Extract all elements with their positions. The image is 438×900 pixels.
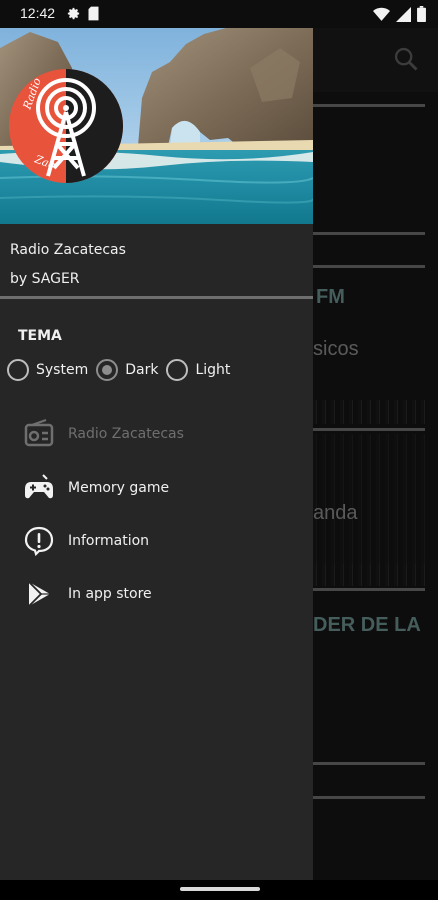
nav-item-radio-zacatecas[interactable]: Radio Zacatecas	[0, 411, 313, 457]
theme-radio-group: System Dark Light	[7, 359, 238, 381]
drawer-header-image: Radio Zac	[0, 28, 313, 224]
status-bar: 12:42	[0, 0, 438, 28]
radio-button-unchecked[interactable]	[166, 359, 189, 381]
wifi-icon	[373, 7, 390, 26]
nav-item-memory-game[interactable]: Memory game	[0, 465, 313, 511]
drawer-subtitle: by SAGER	[10, 271, 80, 287]
sd-card-icon	[87, 6, 100, 25]
info-icon	[24, 526, 54, 556]
nav-item-label: In app store	[68, 586, 152, 602]
navigation-drawer: Radio Zac Radio Zacatecas by SAGER TEMA …	[0, 28, 313, 888]
radio-zacatecas-logo: Radio Zac	[8, 68, 124, 184]
status-time: 12:42	[20, 5, 56, 21]
nav-item-information[interactable]: Information	[0, 518, 313, 564]
nav-item-label: Radio Zacatecas	[68, 426, 184, 442]
nav-item-label: Memory game	[68, 480, 170, 496]
theme-option-label: Dark	[125, 362, 159, 378]
radio-icon	[24, 419, 54, 449]
theme-option-light[interactable]: Light	[166, 359, 230, 381]
radio-button-unchecked[interactable]	[7, 359, 29, 381]
settings-icon	[66, 6, 81, 25]
nav-item-in-app-store[interactable]: In app store	[0, 571, 313, 617]
theme-option-dark[interactable]: Dark	[96, 359, 158, 381]
radio-button-checked[interactable]	[96, 359, 119, 381]
system-navigation-bar	[0, 880, 438, 900]
theme-option-label: System	[36, 362, 89, 378]
signal-icon	[396, 6, 411, 26]
drawer-title: Radio Zacatecas	[10, 242, 126, 258]
theme-option-label: Light	[195, 362, 231, 378]
home-gesture-handle[interactable]	[180, 887, 260, 891]
theme-option-system[interactable]: System	[7, 359, 88, 381]
header-divider	[0, 296, 313, 299]
battery-icon	[417, 6, 426, 26]
nav-item-label: Information	[68, 533, 150, 549]
theme-section-label: TEMA	[18, 328, 62, 344]
play-store-icon	[24, 579, 54, 609]
gamepad-icon	[24, 473, 54, 503]
